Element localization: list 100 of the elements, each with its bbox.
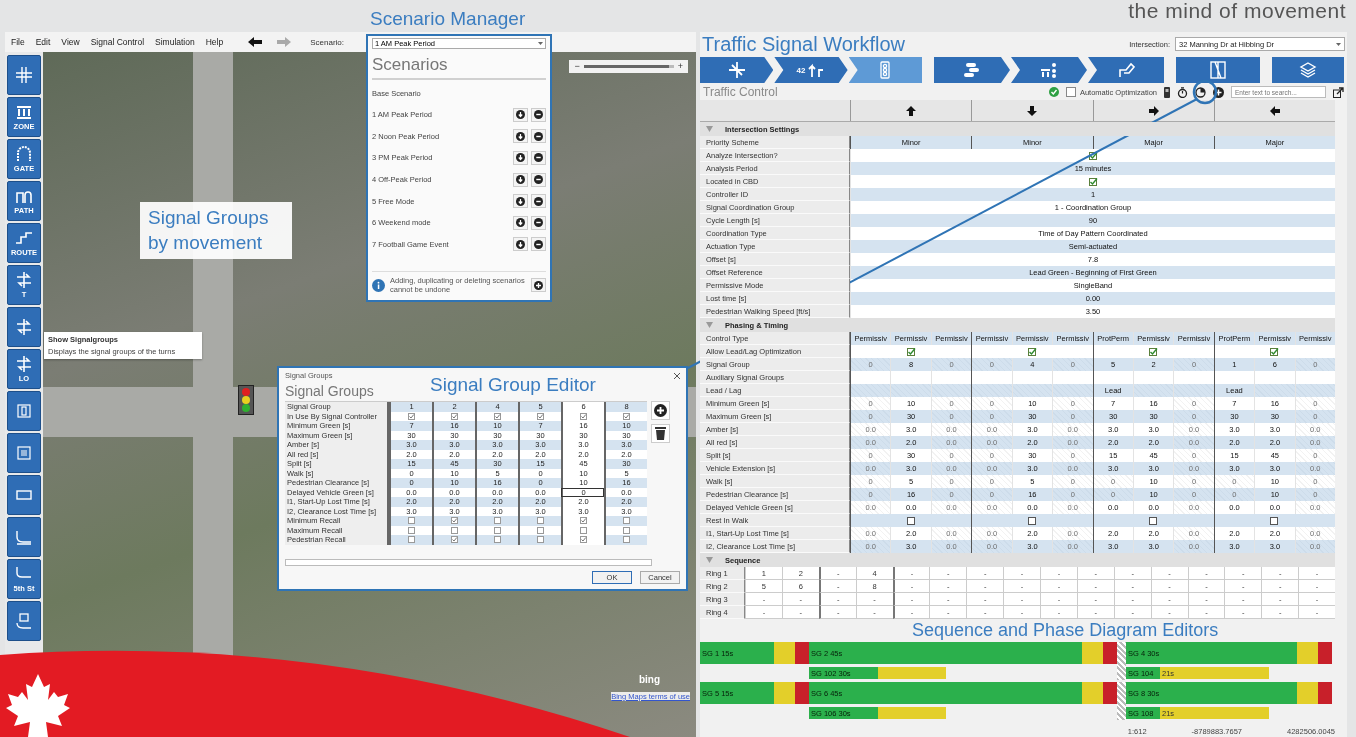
traffic-light-icon[interactable] bbox=[238, 385, 254, 415]
close-icon[interactable] bbox=[674, 372, 680, 379]
stopwatch-icon[interactable] bbox=[1177, 86, 1188, 98]
checkbox[interactable] bbox=[494, 526, 501, 534]
checkbox[interactable] bbox=[623, 412, 630, 420]
duplicate-button[interactable] bbox=[513, 194, 528, 209]
workflow-step[interactable] bbox=[934, 57, 1010, 83]
checkbox[interactable] bbox=[451, 536, 458, 544]
workflow-step[interactable]: 42 bbox=[774, 57, 848, 83]
checkbox[interactable] bbox=[623, 517, 630, 525]
lane-icon bbox=[15, 612, 33, 630]
checkbox[interactable] bbox=[537, 536, 544, 544]
checkbox[interactable] bbox=[1027, 347, 1037, 356]
checkbox[interactable] bbox=[408, 526, 415, 534]
checkbox[interactable] bbox=[580, 526, 587, 534]
checkbox[interactable] bbox=[451, 517, 458, 525]
workflow-step[interactable] bbox=[700, 57, 774, 83]
workflow-title: Traffic Signal Workflow bbox=[702, 32, 906, 56]
checkbox[interactable] bbox=[451, 412, 458, 420]
duplicate-button[interactable] bbox=[513, 107, 528, 122]
tagline: the mind of movement bbox=[1128, 0, 1346, 22]
add-icon[interactable] bbox=[1213, 86, 1224, 98]
clearance-interval bbox=[1318, 642, 1332, 664]
zoom-out-button[interactable]: − bbox=[574, 62, 580, 71]
checkbox[interactable] bbox=[623, 536, 630, 544]
zoom-in-button[interactable]: + bbox=[677, 62, 683, 71]
controller-icon[interactable] bbox=[1164, 86, 1170, 98]
duplicate-button[interactable] bbox=[513, 215, 528, 230]
remove-button[interactable] bbox=[531, 215, 546, 230]
clearance-interval bbox=[1103, 682, 1117, 704]
remove-button[interactable] bbox=[531, 237, 546, 252]
menu-item[interactable]: Edit bbox=[35, 37, 51, 47]
highlight-circle bbox=[1192, 79, 1218, 105]
table-cell bbox=[930, 371, 972, 384]
workflow-step[interactable] bbox=[1272, 57, 1344, 83]
checkbox[interactable] bbox=[408, 412, 415, 420]
checkbox[interactable] bbox=[1270, 347, 1280, 356]
remove-button[interactable] bbox=[531, 172, 546, 187]
checkbox[interactable] bbox=[494, 517, 501, 525]
remove-button[interactable] bbox=[531, 151, 546, 165]
checkbox[interactable] bbox=[451, 526, 458, 534]
tool-button[interactable] bbox=[7, 55, 41, 95]
checkbox[interactable] bbox=[494, 412, 501, 420]
checkbox[interactable] bbox=[1149, 347, 1159, 356]
add-button[interactable] bbox=[651, 401, 670, 420]
popout-icon[interactable] bbox=[1333, 86, 1344, 98]
overlap-change-interval bbox=[878, 707, 946, 719]
add-button[interactable] bbox=[531, 278, 546, 292]
checkbox[interactable] bbox=[623, 526, 630, 534]
workflow-step[interactable] bbox=[848, 57, 922, 83]
pie-chart-icon[interactable] bbox=[1195, 86, 1206, 98]
remove-button[interactable] bbox=[531, 107, 546, 122]
callout-title: Sequence and Phase Diagram Editors bbox=[912, 621, 1219, 639]
menu-item[interactable]: File bbox=[11, 37, 25, 47]
checkbox[interactable] bbox=[537, 412, 544, 420]
remove-button[interactable] bbox=[531, 129, 546, 144]
tool-button[interactable] bbox=[7, 601, 41, 641]
turns-icon bbox=[15, 355, 33, 373]
layers-icon bbox=[1299, 61, 1317, 79]
checkbox[interactable] bbox=[537, 526, 544, 534]
duplicate-button[interactable] bbox=[513, 237, 528, 252]
checkbox[interactable] bbox=[906, 347, 916, 356]
menu-item[interactable]: Signal Control bbox=[90, 37, 145, 47]
duplicate-button[interactable] bbox=[513, 151, 528, 165]
checkbox[interactable] bbox=[580, 412, 587, 420]
checkbox[interactable] bbox=[494, 536, 501, 544]
menu-item[interactable]: View bbox=[61, 37, 80, 47]
clearance-interval bbox=[795, 682, 809, 704]
change-interval bbox=[1082, 642, 1103, 664]
change-interval bbox=[774, 642, 795, 664]
checkbox[interactable] bbox=[537, 517, 544, 525]
checkbox[interactable] bbox=[1088, 151, 1098, 160]
menu-item[interactable]: Simulation bbox=[155, 37, 195, 47]
checkbox[interactable] bbox=[1088, 177, 1098, 186]
duplicate-button[interactable] bbox=[513, 172, 528, 187]
checkbox[interactable] bbox=[1027, 516, 1037, 525]
checkbox[interactable] bbox=[408, 517, 415, 525]
tool-button[interactable] bbox=[7, 433, 41, 473]
tool-button[interactable] bbox=[7, 517, 41, 557]
remove-button[interactable] bbox=[531, 194, 546, 209]
tool-button[interactable] bbox=[7, 391, 41, 431]
checkbox[interactable] bbox=[1149, 516, 1159, 525]
route-icon bbox=[15, 229, 33, 247]
back-arrow-icon[interactable] bbox=[248, 37, 263, 47]
delete-button[interactable] bbox=[651, 424, 670, 443]
workflow-step[interactable] bbox=[1176, 57, 1260, 83]
checkbox[interactable] bbox=[906, 516, 916, 525]
workflow-step[interactable] bbox=[1011, 57, 1087, 83]
menu-item[interactable]: Help bbox=[205, 37, 224, 47]
tool-button[interactable] bbox=[7, 475, 41, 515]
checkbox[interactable] bbox=[1270, 516, 1280, 525]
checkbox[interactable] bbox=[408, 536, 415, 544]
duplicate-button[interactable] bbox=[513, 129, 528, 144]
change-interval bbox=[1082, 682, 1103, 704]
detector-icon bbox=[15, 444, 33, 462]
checkbox[interactable] bbox=[580, 517, 587, 525]
tool-button[interactable] bbox=[7, 307, 41, 347]
horizontal-scrollbar[interactable] bbox=[285, 559, 652, 566]
checkbox[interactable] bbox=[580, 536, 587, 544]
workflow-step[interactable] bbox=[1088, 57, 1164, 83]
